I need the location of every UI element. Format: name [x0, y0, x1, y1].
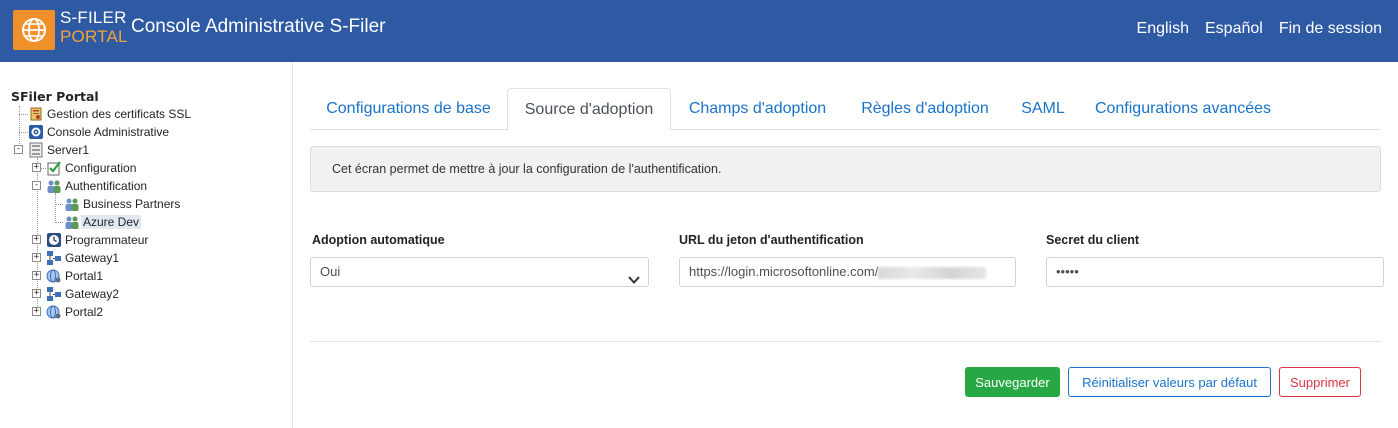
- tree-item-portal2[interactable]: Portal2: [46, 303, 105, 321]
- auto-adoption-select[interactable]: Oui: [310, 257, 649, 287]
- gateway1-expand-toggle[interactable]: +: [32, 253, 41, 262]
- tab-adoption-rules[interactable]: Règles d'adoption: [844, 88, 1006, 130]
- tree-item-gateway1[interactable]: Gateway1: [46, 249, 121, 267]
- logo-line1: S-FILER: [60, 8, 127, 27]
- tree-item-portal1[interactable]: Portal1: [46, 267, 105, 285]
- tab-basic-config[interactable]: Configurations de base: [310, 88, 507, 130]
- auto-adoption-label: Adoption automatique: [312, 233, 445, 247]
- redacted-tenant-id: [878, 266, 987, 279]
- main-content: Configurations de base Source d'adoption…: [294, 62, 1398, 428]
- users-icon: [46, 178, 62, 194]
- checklist-icon: [46, 160, 62, 176]
- tree-item-label: Gateway2: [65, 287, 120, 301]
- nav-english-link[interactable]: English: [1137, 20, 1189, 38]
- tab-saml[interactable]: SAML: [1006, 88, 1080, 130]
- tree-item-admin-console[interactable]: Console Administrative: [28, 123, 171, 141]
- nav-logout-link[interactable]: Fin de session: [1279, 20, 1382, 38]
- tree-item-configuration[interactable]: Configuration: [46, 159, 138, 177]
- users-icon: [64, 214, 80, 230]
- auto-adoption-value: Oui: [320, 264, 341, 279]
- save-button[interactable]: Sauvegarder: [965, 367, 1060, 397]
- chevron-down-icon: [628, 267, 640, 286]
- tree-item-label: Console Administrative: [47, 125, 170, 139]
- tree-item-label: Gateway1: [65, 251, 120, 265]
- client-secret-input[interactable]: •••••: [1046, 257, 1384, 287]
- app-title: Console Administrative S-Filer: [131, 16, 386, 37]
- tree-item-gateway2[interactable]: Gateway2: [46, 285, 121, 303]
- configuration-expand-toggle[interactable]: +: [32, 163, 41, 172]
- app-header: S-FILER PORTAL Console Administrative S-…: [0, 0, 1398, 62]
- nav-espanol-link[interactable]: Español: [1205, 20, 1263, 38]
- token-url-label: URL du jeton d'authentification: [679, 233, 864, 247]
- tab-adoption-fields[interactable]: Champs d'adoption: [671, 88, 844, 130]
- network-icon: [46, 250, 62, 266]
- token-url-input[interactable]: https://login.microsoftonline.com/: [679, 257, 1016, 287]
- globe-logo-icon: [13, 10, 55, 50]
- token-url-value: https://login.microsoftonline.com/: [689, 264, 879, 279]
- tree-item-label: Azure Dev: [81, 215, 142, 229]
- users-icon: [64, 196, 80, 212]
- reset-defaults-button[interactable]: Réinitialiser valeurs par défaut: [1068, 367, 1271, 397]
- tree-item-label: Configuration: [65, 161, 137, 175]
- tree-item-label: Portal1: [65, 269, 104, 283]
- tree-item-label: Business Partners: [83, 197, 181, 211]
- top-nav: English Español Fin de session: [1137, 20, 1382, 38]
- tree-item-azure-dev[interactable]: Azure Dev: [64, 213, 142, 231]
- globe-icon: [46, 304, 62, 320]
- server-icon: [28, 142, 44, 158]
- tree-item-business-partners[interactable]: Business Partners: [64, 195, 182, 213]
- tree-item-label: Programmateur: [65, 233, 149, 247]
- client-secret-value: •••••: [1056, 264, 1079, 279]
- form-divider: [310, 341, 1381, 342]
- clock-icon: [46, 232, 62, 248]
- globe-icon: [46, 268, 62, 284]
- tab-advanced-config[interactable]: Configurations avancées: [1080, 88, 1286, 130]
- authentification-collapse-toggle[interactable]: -: [32, 181, 41, 190]
- delete-button[interactable]: Supprimer: [1279, 367, 1361, 397]
- tree-item-label: Portal2: [65, 305, 104, 319]
- info-message: Cet écran permet de mettre à jour la con…: [310, 146, 1381, 192]
- tree-item-label: Authentification: [65, 179, 148, 193]
- sidebar: SFiler Portal - + - + + + + + Gestion de…: [0, 62, 293, 428]
- tree-item-label: Server1: [47, 143, 90, 157]
- tab-adoption-source[interactable]: Source d'adoption: [507, 88, 671, 131]
- certificate-icon: [28, 106, 44, 122]
- portal2-expand-toggle[interactable]: +: [32, 307, 41, 316]
- tree-item-server1[interactable]: Server1: [28, 141, 91, 159]
- network-icon: [46, 286, 62, 302]
- tab-bar: Configurations de base Source d'adoption…: [310, 88, 1381, 131]
- tree-root[interactable]: SFiler Portal: [11, 89, 99, 104]
- programmateur-expand-toggle[interactable]: +: [32, 235, 41, 244]
- gear-icon: [28, 124, 44, 140]
- tree-item-ssl-certificates[interactable]: Gestion des certificats SSL: [28, 105, 193, 123]
- tree-item-programmateur[interactable]: Programmateur: [46, 231, 150, 249]
- portal1-expand-toggle[interactable]: +: [32, 271, 41, 280]
- logo-line2: PORTAL: [60, 27, 128, 46]
- gateway2-expand-toggle[interactable]: +: [32, 289, 41, 298]
- tree-item-label: Gestion des certificats SSL: [47, 107, 192, 121]
- client-secret-label: Secret du client: [1046, 233, 1140, 247]
- tree-item-authentification[interactable]: Authentification: [46, 177, 149, 195]
- server1-collapse-toggle[interactable]: -: [14, 145, 23, 154]
- logo-text: S-FILER PORTAL: [60, 8, 128, 46]
